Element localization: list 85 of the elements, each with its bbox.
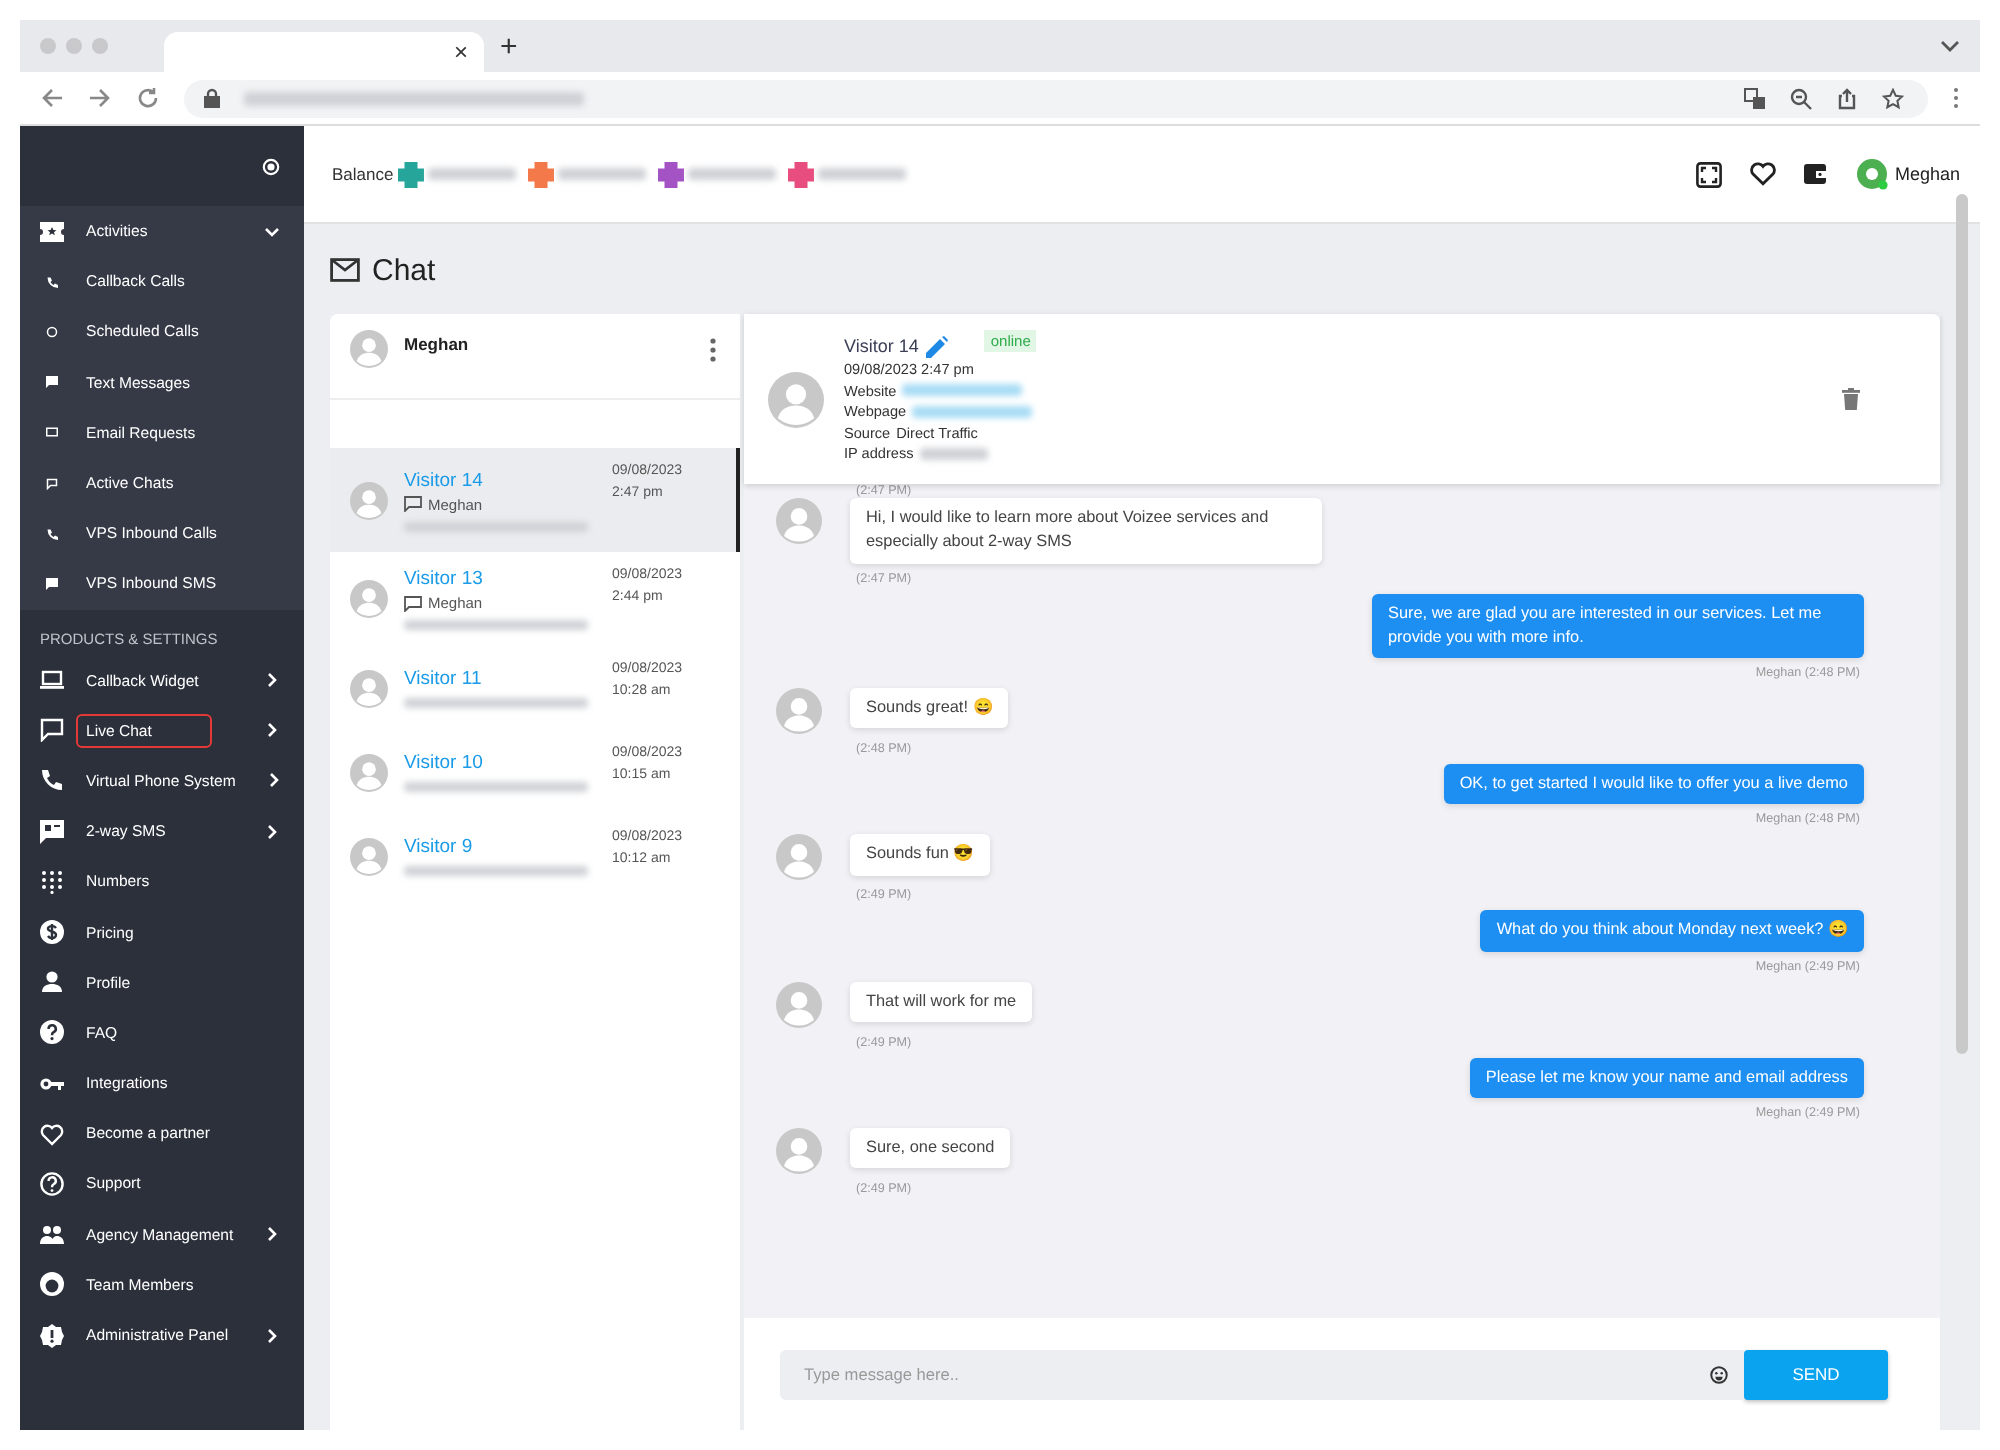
back-icon[interactable]: [40, 86, 64, 110]
page-title: Chat: [372, 253, 436, 287]
translate-icon[interactable]: [1744, 87, 1766, 109]
message-bubble: Sure, we are glad you are interested in our services. Let me provide you with more info.: [1372, 593, 1864, 659]
browser-tab[interactable]: ×: [164, 32, 484, 72]
new-tab-button[interactable]: +: [500, 31, 518, 61]
balance-label: Balance: [332, 164, 394, 184]
menu-icon[interactable]: [1952, 86, 1960, 110]
redacted-value: [912, 405, 1033, 418]
chat-icon: [46, 477, 58, 490]
user-menu[interactable]: Meghan: [1856, 158, 1960, 190]
share-icon[interactable]: [1836, 87, 1858, 109]
message-bubble: Hi, I would like to learn more about Voizee services and especially about 2-way SMS: [850, 498, 1322, 564]
avatar-icon: [776, 498, 822, 544]
person-icon: [40, 970, 64, 995]
msg-icon: [46, 376, 58, 389]
avatar-icon: [350, 753, 388, 791]
visitor-name: Visitor 10: [404, 752, 485, 774]
avatar-icon: [350, 330, 388, 368]
avatar-icon: [1856, 158, 1889, 190]
chevron-down-icon[interactable]: [264, 223, 280, 240]
chevron-down-icon[interactable]: [1940, 40, 1960, 52]
visitor-name: Visitor 14: [404, 469, 485, 491]
redacted-amount: [557, 168, 646, 180]
redacted-amount: [427, 168, 516, 180]
visitor-name: Visitor 13: [404, 568, 485, 590]
chat-icon: [404, 595, 422, 611]
message-bubble: Please let me know your name and email address: [1469, 1057, 1864, 1099]
avatar-icon: [776, 834, 822, 881]
dollar-icon: [40, 920, 64, 945]
close-tab-button[interactable]: ×: [453, 40, 468, 64]
mail-icon: [330, 258, 360, 282]
msg-icon: [46, 577, 58, 590]
avatar-icon: [350, 837, 388, 875]
redacted-amount: [817, 168, 906, 180]
agent-name: Meghan: [404, 334, 471, 354]
visitor-name: Visitor 11: [404, 668, 484, 690]
radio-icon[interactable]: [262, 157, 280, 175]
avatar-icon: [768, 371, 824, 427]
mail-icon: [46, 426, 58, 439]
group-icon: [40, 1222, 64, 1247]
avatar-icon: [776, 688, 822, 735]
wallet-icon[interactable]: [1804, 162, 1829, 186]
zoom-icon[interactable]: [1790, 87, 1812, 109]
laptop-icon: [40, 668, 64, 693]
emoji-icon[interactable]: [1710, 1365, 1728, 1383]
edit-icon[interactable]: [926, 335, 949, 358]
star-icon[interactable]: [1882, 87, 1904, 109]
phone-icon: [46, 527, 58, 540]
message-bubble: That will work for me: [850, 981, 1033, 1023]
message-bubble: What do you think about Monday next week? 😄: [1480, 910, 1864, 952]
avatar-icon: [350, 580, 388, 618]
message-bubble: Sure, one second: [850, 1128, 1011, 1169]
lock-icon: [204, 88, 220, 108]
message-bubble: OK, to get started I would like to offer you a live demo: [1443, 764, 1864, 805]
heart-icon[interactable]: [1750, 162, 1777, 186]
help2-icon: [40, 1171, 64, 1196]
badge-icon: [40, 1323, 64, 1348]
phone-icon: [46, 275, 58, 288]
message-input[interactable]: Type message here..: [780, 1349, 1744, 1399]
dial-icon: [40, 869, 64, 894]
chat-icon: [404, 496, 422, 512]
avatar-icon: [350, 481, 388, 519]
message-bubble: Sounds fun 😎: [850, 834, 990, 876]
trash-icon[interactable]: [1842, 388, 1860, 410]
redacted-amount: [687, 168, 776, 180]
redacted-value: [919, 447, 988, 460]
help-icon: [40, 1020, 64, 1045]
fullscreen-icon[interactable]: [1696, 161, 1723, 187]
heart-icon: [40, 1121, 64, 1146]
avatar-icon: [776, 1128, 822, 1175]
avatar-icon: [350, 669, 388, 707]
avatar-icon: [776, 981, 822, 1028]
more-icon[interactable]: [710, 338, 716, 362]
redacted-value: [902, 384, 1023, 397]
visitor-name: Visitor 9: [404, 836, 475, 858]
message-bubble: Sounds great! 😄: [850, 688, 1009, 729]
phone-icon: [40, 768, 64, 793]
reload-icon[interactable]: [136, 86, 160, 110]
sms-icon: [40, 819, 64, 844]
address-field[interactable]: [184, 79, 1928, 117]
chat-icon: [40, 718, 64, 743]
visitor-name: Visitor 14: [844, 336, 919, 357]
ticket-icon: [40, 221, 64, 242]
forward-icon[interactable]: [88, 86, 112, 110]
